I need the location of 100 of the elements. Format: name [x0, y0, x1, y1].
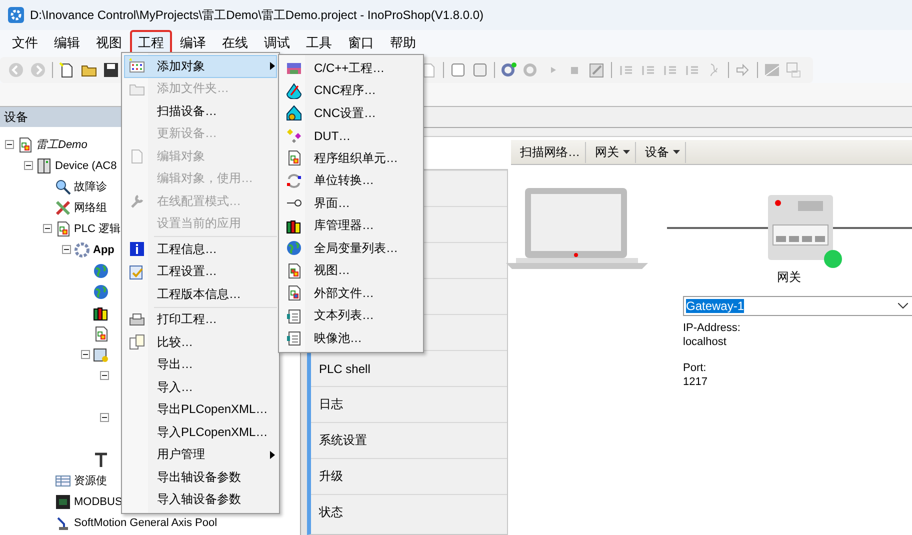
list-icon [286, 308, 302, 324]
menu-item[interactable]: 编译 [172, 30, 214, 56]
tree-item[interactable]: 资源使 [74, 473, 107, 488]
books-icon [286, 218, 302, 234]
tree-item[interactable]: App [93, 244, 114, 256]
menu-item[interactable]: 导入… [124, 376, 277, 398]
menu-item[interactable]: 工程设置… [124, 260, 277, 283]
info-icon [129, 241, 145, 258]
menu-item[interactable]: 添加对象 [124, 55, 277, 78]
menu-item[interactable]: 比较… [124, 331, 277, 354]
menu-item[interactable]: 全局变量列表… [281, 237, 421, 260]
window-title: D:\Inovance Control\MyProjects\雷工Demo\雷工Demo.project - InoProShop(V1.8.0.0) [30, 6, 484, 24]
menu-item[interactable]: 帮助 [382, 30, 424, 56]
grid-icon [129, 58, 145, 74]
document-icon [286, 285, 302, 302]
tree-item[interactable]: SoftMotion General Axis Pool [74, 516, 218, 528]
tree-item[interactable]: Device (AC8 [55, 160, 117, 172]
arrow-icon [735, 62, 751, 78]
menu-item[interactable]: 工程信息… [124, 238, 277, 260]
menu-item[interactable]: 在线 [214, 30, 256, 56]
menu-item[interactable]: 窗口 [340, 30, 382, 56]
page-list-item[interactable]: 系统设置 [319, 432, 367, 449]
tree-item[interactable]: 雷工Demo [36, 137, 88, 152]
toolbar-button[interactable]: 扫描网络… [515, 142, 586, 162]
document-icon [286, 262, 302, 279]
pages-icon [129, 334, 145, 350]
gateway-select[interactable]: Gateway-1 [683, 296, 912, 316]
menu-item[interactable]: 单位转换… [281, 170, 421, 192]
refresh-icon [286, 172, 302, 189]
submenu-arrow-icon [270, 62, 276, 70]
menu-item[interactable]: 打印工程… [124, 308, 277, 331]
menu-item[interactable]: 工具 [298, 30, 340, 56]
menu-item[interactable]: CNC程序… [281, 80, 421, 102]
page-list-item[interactable]: 状态 [319, 504, 343, 521]
menu-item[interactable]: 导入PLCopenXML… [124, 421, 277, 444]
menu-item[interactable]: 视图 [88, 30, 130, 56]
drop-icon [286, 82, 302, 99]
collapse-toggle[interactable] [62, 245, 71, 254]
menu-item[interactable]: 视图… [281, 260, 421, 282]
menu-item[interactable]: C/C++工程… [281, 57, 421, 80]
collapse-toggle[interactable] [24, 161, 33, 170]
window-icon [786, 62, 802, 78]
cube-icon [286, 60, 302, 76]
app-logo-icon [8, 7, 24, 23]
collapse-toggle[interactable] [100, 413, 109, 422]
tree-item[interactable]: MODBUS [74, 496, 122, 508]
info-value: localhost [683, 336, 726, 348]
books-icon [93, 304, 109, 320]
collapse-toggle[interactable] [43, 224, 52, 233]
menu-item[interactable]: 外部文件… [281, 282, 421, 304]
collapse-toggle[interactable] [81, 350, 90, 359]
menu-item[interactable]: 导出PLCopenXML… [124, 398, 277, 421]
tee-icon [93, 452, 109, 468]
wrench-icon [129, 193, 145, 210]
page-icon [421, 62, 437, 78]
menu-item[interactable]: 工程版本信息… [124, 283, 277, 306]
new-file-icon [59, 62, 75, 78]
caret-icon [623, 150, 630, 154]
globe-icon [93, 284, 109, 300]
forward-icon [30, 62, 46, 78]
tools-icon [55, 200, 71, 216]
menu-item[interactable]: 调试 [256, 30, 298, 56]
toolbar-button[interactable]: 设备 [640, 142, 686, 162]
page-list-item[interactable]: 升级 [319, 468, 343, 485]
globe-icon [93, 262, 109, 278]
page-list-item[interactable]: PLC shell [319, 362, 370, 376]
menu-item[interactable]: 映像池… [281, 327, 421, 350]
list-icon [286, 330, 302, 346]
document-icon [17, 136, 33, 152]
menu-item[interactable]: 界面… [281, 192, 421, 214]
menu-item[interactable]: 程序组织单元… [281, 147, 421, 170]
document-icon [93, 326, 109, 342]
magnifier-icon [55, 178, 71, 194]
document-icon [286, 150, 302, 166]
tree-item[interactable]: PLC 逻辑 [74, 221, 120, 236]
printer-icon [129, 312, 145, 328]
toolbar-button[interactable]: 网关 [590, 142, 636, 162]
clipboard-icon [129, 264, 145, 280]
menu-item[interactable]: 导出轴设备参数 [124, 466, 277, 488]
monitor-icon [55, 494, 71, 510]
menu-item[interactable]: 文件 [4, 30, 46, 56]
tree-item[interactable]: 故障诊 [74, 179, 107, 194]
menu-item[interactable]: 编辑 [46, 30, 88, 56]
submenu-arrow-icon [270, 450, 276, 459]
menu-item[interactable]: 导入轴设备参数 [124, 488, 277, 511]
collapse-toggle[interactable] [5, 140, 14, 149]
page-icon [129, 148, 145, 164]
menu-item[interactable]: 导出… [124, 354, 277, 376]
tree-item[interactable]: 网络组 [74, 200, 107, 215]
chart-icon [764, 62, 780, 78]
gateway-device-drawing [768, 195, 833, 260]
axis-icon [55, 514, 71, 530]
page-list-item[interactable]: 日志 [319, 396, 343, 413]
menu-item[interactable]: 用户管理 [124, 444, 277, 466]
menu-item[interactable]: DUT… [281, 124, 421, 147]
info-label: IP-Address: [683, 322, 740, 334]
collapse-toggle[interactable] [100, 371, 109, 380]
menu-item[interactable]: 文本列表… [281, 304, 421, 327]
menu-item[interactable]: 库管理器… [281, 214, 421, 237]
document-icon [55, 220, 71, 236]
